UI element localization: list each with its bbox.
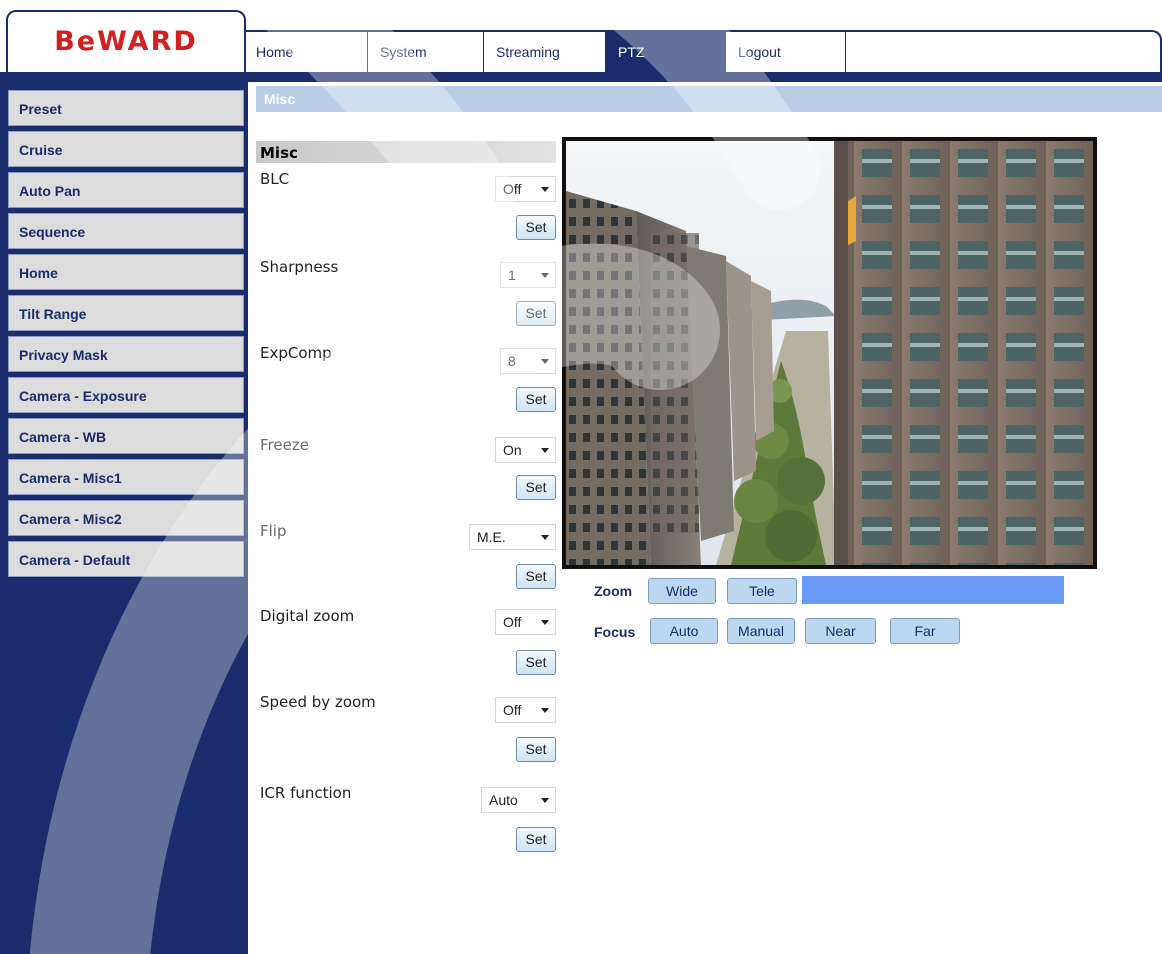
sharpness-select-value: 1 bbox=[508, 267, 516, 283]
blc-set-button[interactable]: Set bbox=[516, 215, 556, 240]
field-label-flip: Flip bbox=[260, 522, 287, 540]
focus-near-button[interactable]: Near bbox=[805, 618, 876, 644]
sidebar-item-home[interactable]: Home bbox=[8, 254, 244, 290]
chevron-down-icon bbox=[541, 359, 549, 364]
chevron-down-icon bbox=[541, 273, 549, 278]
field-label-speed-by-zoom: Speed by zoom bbox=[260, 693, 376, 711]
focus-label: Focus bbox=[594, 624, 636, 640]
sidebar-item-camera-default[interactable]: Camera - Default bbox=[8, 541, 244, 577]
field-label-digital-zoom: Digital zoom bbox=[260, 607, 355, 625]
zoom-level-indicator bbox=[802, 576, 1064, 604]
focus-manual-button[interactable]: Manual bbox=[727, 618, 795, 644]
nav-system[interactable]: System bbox=[368, 32, 484, 72]
zoom-wide-button[interactable]: Wide bbox=[648, 578, 716, 604]
group-heading: Misc bbox=[256, 141, 556, 163]
expcomp-select[interactable]: 8 bbox=[500, 348, 556, 374]
blc-select[interactable]: Off bbox=[495, 176, 556, 202]
focus-auto-button[interactable]: Auto bbox=[650, 618, 718, 644]
chevron-down-icon bbox=[541, 708, 549, 713]
icr-function-select-value: Auto bbox=[489, 792, 518, 808]
top-navigation: Home System Streaming PTZ Logout bbox=[244, 30, 1162, 72]
sidebar: Preset Cruise Auto Pan Sequence Home Til… bbox=[0, 82, 248, 954]
speed-by-zoom-select[interactable]: Off bbox=[495, 697, 556, 723]
field-label-blc: BLC bbox=[260, 170, 290, 188]
field-label-expcomp: ExpComp bbox=[260, 344, 332, 362]
freeze-set-button[interactable]: Set bbox=[516, 475, 556, 500]
live-video-frame bbox=[562, 137, 1097, 569]
section-title-bar: Misc bbox=[256, 86, 1162, 112]
focus-far-button[interactable]: Far bbox=[890, 618, 960, 644]
sidebar-item-tilt-range[interactable]: Tilt Range bbox=[8, 295, 244, 331]
live-video-view[interactable] bbox=[566, 141, 1093, 565]
expcomp-select-value: 8 bbox=[508, 353, 516, 369]
sharpness-set-button[interactable]: Set bbox=[516, 301, 556, 326]
chevron-down-icon bbox=[541, 798, 549, 803]
brand-logo: BeWARD bbox=[54, 26, 198, 57]
chevron-down-icon bbox=[541, 620, 549, 625]
freeze-select[interactable]: On bbox=[495, 437, 556, 463]
sidebar-item-privacy-mask[interactable]: Privacy Mask bbox=[8, 336, 244, 372]
sidebar-item-auto-pan[interactable]: Auto Pan bbox=[8, 172, 244, 208]
chevron-down-icon bbox=[541, 448, 549, 453]
logo-tab: BeWARD bbox=[6, 10, 246, 72]
digital-zoom-select-value: Off bbox=[503, 614, 522, 630]
sidebar-item-camera-misc2[interactable]: Camera - Misc2 bbox=[8, 500, 244, 536]
freeze-select-value: On bbox=[503, 442, 522, 458]
nav-streaming[interactable]: Streaming bbox=[484, 32, 606, 72]
sidebar-item-camera-wb[interactable]: Camera - WB bbox=[8, 418, 244, 454]
nav-home[interactable]: Home bbox=[244, 32, 368, 72]
digital-zoom-select[interactable]: Off bbox=[495, 609, 556, 635]
sidebar-item-camera-misc1[interactable]: Camera - Misc1 bbox=[8, 459, 244, 495]
sharpness-select[interactable]: 1 bbox=[500, 262, 556, 288]
digital-zoom-set-button[interactable]: Set bbox=[516, 650, 556, 675]
field-label-freeze: Freeze bbox=[260, 436, 309, 454]
nav-ptz[interactable]: PTZ bbox=[606, 32, 726, 72]
chevron-down-icon bbox=[541, 535, 549, 540]
expcomp-set-button[interactable]: Set bbox=[516, 387, 556, 412]
icr-function-set-button[interactable]: Set bbox=[516, 827, 556, 852]
speed-by-zoom-set-button[interactable]: Set bbox=[516, 737, 556, 762]
flip-select-value: M.E. bbox=[477, 529, 506, 545]
field-label-icr-function: ICR function bbox=[260, 784, 352, 802]
blc-select-value: Off bbox=[503, 181, 522, 197]
nav-divider bbox=[0, 72, 1162, 82]
sidebar-item-sequence[interactable]: Sequence bbox=[8, 213, 244, 249]
nav-logout[interactable]: Logout bbox=[726, 32, 846, 72]
flip-set-button[interactable]: Set bbox=[516, 564, 556, 589]
zoom-label: Zoom bbox=[594, 583, 633, 599]
chevron-down-icon bbox=[541, 187, 549, 192]
sidebar-item-preset[interactable]: Preset bbox=[8, 90, 244, 126]
speed-by-zoom-select-value: Off bbox=[503, 702, 522, 718]
zoom-tele-button[interactable]: Tele bbox=[727, 578, 797, 604]
sidebar-item-camera-exposure[interactable]: Camera - Exposure bbox=[8, 377, 244, 413]
sidebar-item-cruise[interactable]: Cruise bbox=[8, 131, 244, 167]
icr-function-select[interactable]: Auto bbox=[481, 787, 556, 813]
field-label-sharpness: Sharpness bbox=[260, 258, 339, 276]
flip-select[interactable]: M.E. bbox=[469, 524, 556, 550]
